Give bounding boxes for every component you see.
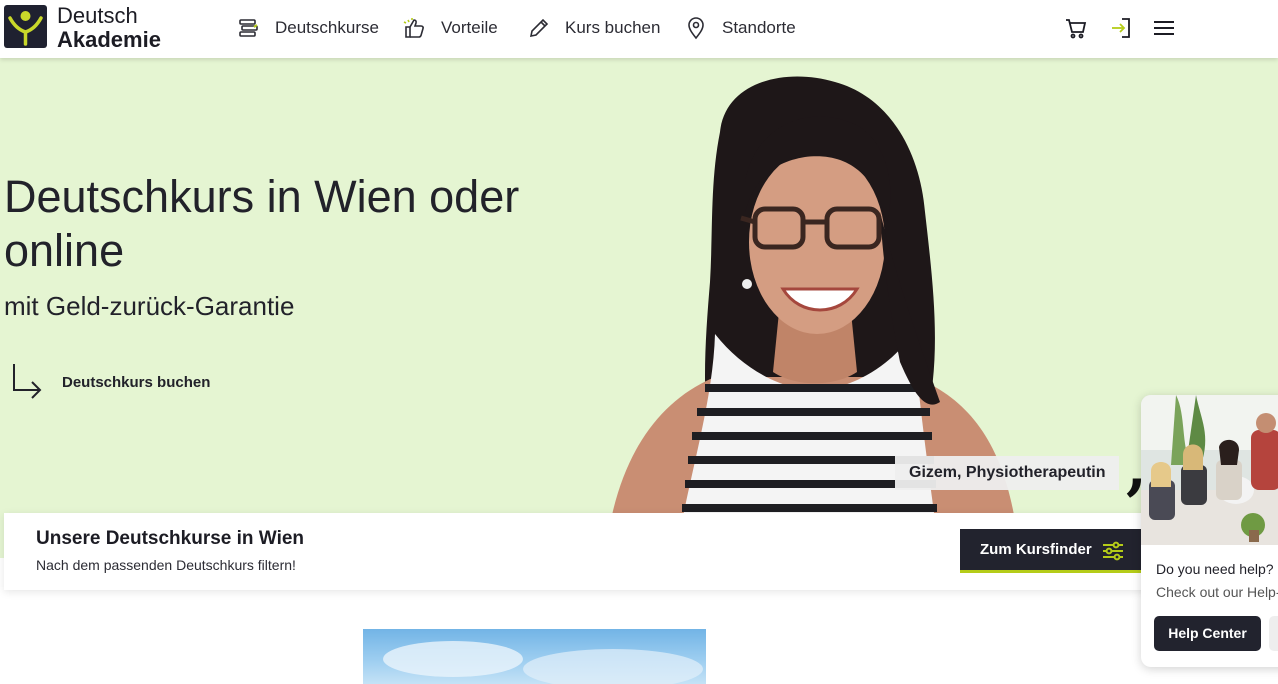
nav-label: Vorteile [441,18,498,37]
nav-kurs-buchen[interactable]: Kurs buchen [527,14,660,42]
nav-vorteile[interactable]: Vorteile [403,14,498,42]
arrow-down-right-icon [13,364,42,399]
help-question: Do you need help? [1156,561,1274,577]
cta-label: Deutschkurs buchen [62,373,211,391]
course-finder-label: Zum Kursfinder [980,541,1092,558]
logo-text-deutsch[interactable]: Deutsch [57,4,138,28]
site-header: Deutsch Akademie Deutschkurse Vorteile K… [0,0,1278,58]
thumbs-up-icon [403,18,424,38]
nav-label: Deutschkurse [275,18,379,37]
course-finder-button[interactable]: Zum Kursfinder [960,529,1142,573]
nav-label: Standorte [722,18,796,37]
login-icon[interactable] [1110,16,1134,40]
nav-standorte[interactable]: Standorte [684,14,796,42]
hero-title: Deutschkurs in Wien oder online [4,171,520,276]
books-icon [239,19,258,37]
help-widget-image [1141,395,1278,545]
help-secondary-button[interactable] [1269,616,1278,651]
filter-sliders-icon [1103,541,1123,561]
help-widget: Do you need help? Check out our Help- He… [1141,395,1278,667]
location-pin-icon [688,17,704,40]
menu-icon[interactable] [1152,16,1176,40]
logo-icon[interactable] [4,5,47,48]
logo-text-akademie[interactable]: Akademie [57,28,161,52]
pencil-icon [529,18,549,38]
course-finder-bar: Unsere Deutschkurse in Wien Nach dem pas… [4,513,1156,590]
course-bar-subtitle: Nach dem passenden Deutschkurs filtern! [36,557,296,573]
cart-icon[interactable] [1064,16,1088,40]
course-bar-title: Unsere Deutschkurse in Wien [36,528,305,549]
hero-section: Deutschkurs in Wien oder online mit Geld… [0,58,1278,558]
book-course-link[interactable]: Deutschkurs buchen [8,358,210,406]
help-subtext: Check out our Help- [1156,584,1278,600]
nav-deutschkurse[interactable]: Deutschkurse [237,14,379,42]
course-image [363,629,706,684]
hero-subtitle: mit Geld-zurück-Garantie [4,291,295,321]
testimonial-badge: Gizem, Physiotherapeutin [895,456,1120,490]
nav-label: Kurs buchen [565,18,661,37]
help-center-button[interactable]: Help Center [1154,616,1261,651]
